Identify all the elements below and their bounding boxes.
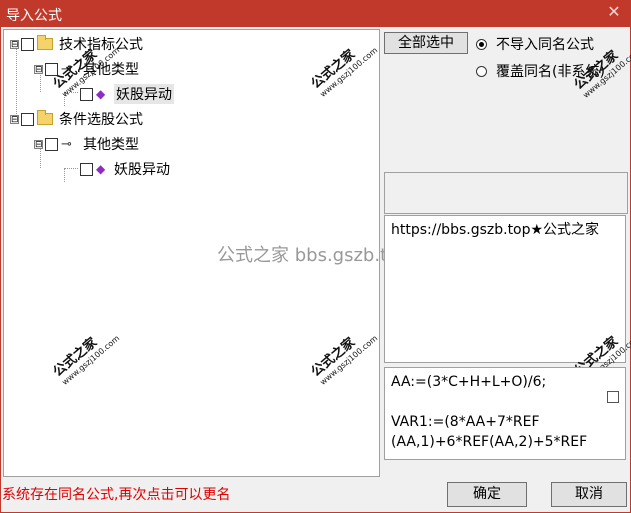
tree-line xyxy=(64,168,78,169)
watermark: 公式之家 www.gszj100.com xyxy=(308,333,380,387)
option-label: 不导入同名公式 xyxy=(496,37,594,53)
window-title: 导入公式 xyxy=(6,8,62,24)
key-icon: ⊸ xyxy=(61,136,72,152)
center-watermark: 公式之家 bbs.gszb.top xyxy=(217,245,410,266)
dialog-client: ⊟ 技术指标公式 ⊟ ⊸ 其他类型 ◆ 妖股异动 ⊟ 条件选股公式 ⊟ ⊸ 其他… xyxy=(1,27,631,512)
tree-node-demon-stock[interactable]: ◆ 妖股异动 xyxy=(80,159,170,179)
radio-icon[interactable] xyxy=(476,38,487,50)
radio-icon[interactable] xyxy=(476,65,487,77)
description-box[interactable] xyxy=(384,172,628,214)
node-checkbox[interactable] xyxy=(45,137,58,151)
tree-line xyxy=(16,46,17,118)
select-all-button[interactable]: 全部选中 xyxy=(384,32,468,54)
folder-icon xyxy=(37,35,53,50)
formula-gem-icon: ◆ xyxy=(96,87,106,101)
tree-node-label: 妖股异动 xyxy=(114,84,174,104)
formula-line: AA:=(3*C+H+L+O)/6; xyxy=(391,374,547,390)
node-checkbox[interactable] xyxy=(21,112,34,126)
node-checkbox[interactable] xyxy=(21,37,34,51)
source-url-box[interactable]: https://bbs.gszb.top★公式之家 xyxy=(384,215,626,363)
tree-node-stock-screen[interactable]: ⊟ 条件选股公式 xyxy=(10,109,143,129)
status-message: 系统存在同名公式,再次点击可以更名 xyxy=(2,487,231,503)
tree-node-demon-stock[interactable]: ◆ 妖股异动 xyxy=(80,84,174,104)
tree-node-tech-indicators[interactable]: ⊟ 技术指标公式 xyxy=(10,34,143,54)
watermark: 公式之家 www.gszj100.com xyxy=(50,333,122,387)
ok-button[interactable]: 确定 xyxy=(447,482,527,507)
folder-icon xyxy=(37,110,53,125)
tree-line xyxy=(64,168,65,182)
close-icon[interactable]: ✕ xyxy=(605,3,623,21)
import-formula-window: 导入公式 ✕ ⊟ 技术指标公式 ⊟ ⊸ 其他类型 ◆ 妖股异动 ⊟ 条件选股公式… xyxy=(0,0,631,513)
source-url-text: https://bbs.gszb.top★公式之家 xyxy=(391,222,600,238)
tree-node-label: 其他类型 xyxy=(83,137,139,153)
option-skip-duplicates[interactable]: 不导入同名公式 xyxy=(476,34,594,54)
formula-line: VAR1:=(8*AA+7*REF xyxy=(391,414,540,430)
title-bar[interactable]: 导入公式 ✕ xyxy=(0,0,631,27)
node-checkbox[interactable] xyxy=(45,62,58,76)
formula-checkbox[interactable] xyxy=(607,391,619,403)
tree-node-label: 条件选股公式 xyxy=(59,112,143,128)
tree-node-other-types[interactable]: ⊟ ⊸ 其他类型 xyxy=(34,134,139,154)
node-checkbox[interactable] xyxy=(80,87,93,101)
tree-node-label: 妖股异动 xyxy=(114,162,170,178)
node-checkbox[interactable] xyxy=(80,162,93,176)
formula-preview-box[interactable]: AA:=(3*C+H+L+O)/6; VAR1:=(8*AA+7*REF (AA… xyxy=(384,367,626,460)
formula-gem-icon: ◆ xyxy=(96,162,106,176)
formula-line xyxy=(391,392,619,412)
cancel-button[interactable]: 取消 xyxy=(551,482,627,507)
collapse-icon[interactable]: ⊟ xyxy=(10,114,19,124)
watermark: 公式之家 www.gszj100.com xyxy=(308,45,380,99)
collapse-icon[interactable]: ⊟ xyxy=(10,39,19,49)
collapse-icon[interactable]: ⊟ xyxy=(34,64,43,74)
formula-line: (AA,1)+6*REF(AA,2)+5*REF xyxy=(391,434,588,450)
collapse-icon[interactable]: ⊟ xyxy=(34,139,43,149)
